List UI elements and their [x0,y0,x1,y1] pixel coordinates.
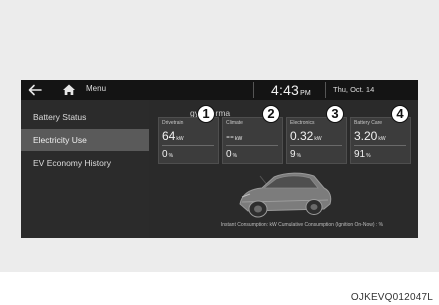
card-value-unit: kW [378,136,386,142]
sidebar-item-electricity-use[interactable]: Electricity Use [21,129,149,151]
card-percent-unit: % [232,153,238,159]
sidebar: Battery Status Electricity Use EV Econom… [21,100,149,238]
card-percent-number: 9 [290,149,296,160]
callout-marker-4: 4 [391,105,409,123]
card-value: 0.32kW [290,129,322,143]
card-divider [226,145,278,146]
card-percent-number: 0 [162,149,168,160]
card-value: 64kW [162,129,184,143]
infotainment-screen: Menu 4:43PM Thu, Oct. 14 Battery Status … [21,80,418,238]
card-percent: 91% [354,149,371,160]
card-value: --kW [226,129,242,143]
home-icon[interactable] [61,82,77,98]
card-percent: 9% [290,149,301,160]
back-arrow-icon[interactable] [26,81,44,99]
clock-ampm: PM [300,90,311,97]
sidebar-item-label: Electricity Use [33,135,87,145]
card-percent-unit: % [366,153,371,159]
card-divider [354,145,406,146]
battery-care-card: Battery Care 3.20kW 91% [350,117,411,164]
card-divider [290,145,342,146]
card-value-number: 64 [162,129,176,143]
card-value: 3.20kW [354,129,386,143]
divider [325,82,326,98]
card-value-unit: kW [176,136,184,142]
card-value-unit: kW [314,136,322,142]
card-caption: Electronics [290,120,315,126]
electronics-card: Electronics 0.32kW 9% [286,117,347,164]
card-percent-unit: % [168,153,174,159]
card-caption: Battery Care [354,120,383,126]
sidebar-item-ev-economy-history[interactable]: EV Economy History [21,152,149,174]
card-divider [162,145,214,146]
card-percent: 0% [226,149,237,160]
consumption-legend: Instant Consumption: kW Cumulative Consu… [220,222,384,228]
card-value-number: 0.32 [290,129,314,143]
card-caption: Drivetrain [162,120,184,126]
sidebar-item-label: Battery Status [33,112,87,122]
card-caption: Climate [226,120,243,126]
date-label: Thu, Oct. 14 [333,85,375,94]
figure-code: OJKEVQ012047L [350,292,433,303]
card-percent-number: 0 [226,149,232,160]
drivetrain-card: Drivetrain 64kW 0% [158,117,219,164]
sidebar-item-label: EV Economy History [33,158,111,168]
top-bar: Menu 4:43PM Thu, Oct. 14 [21,80,418,100]
card-percent: 0% [162,149,173,160]
car-illustration [239,172,332,218]
card-value-unit: kW [235,136,243,142]
menu-label[interactable]: Menu [86,84,106,93]
clock-time: 4:43 [271,82,300,98]
callout-marker-1: 1 [197,105,215,123]
divider [253,82,254,98]
card-percent-unit: % [296,153,302,159]
card-value-number: -- [226,129,234,143]
main-panel: gy Informa Drivetrain 64kW 0% Climate --… [156,100,418,238]
card-value-number: 3.20 [354,129,378,143]
climate-card: Climate --kW 0% [222,117,283,164]
callout-marker-3: 3 [326,105,344,123]
sidebar-item-battery-status[interactable]: Battery Status [21,106,149,128]
callout-marker-2: 2 [262,105,280,123]
clock: 4:43PM [271,82,311,98]
card-percent-number: 91 [354,149,366,160]
